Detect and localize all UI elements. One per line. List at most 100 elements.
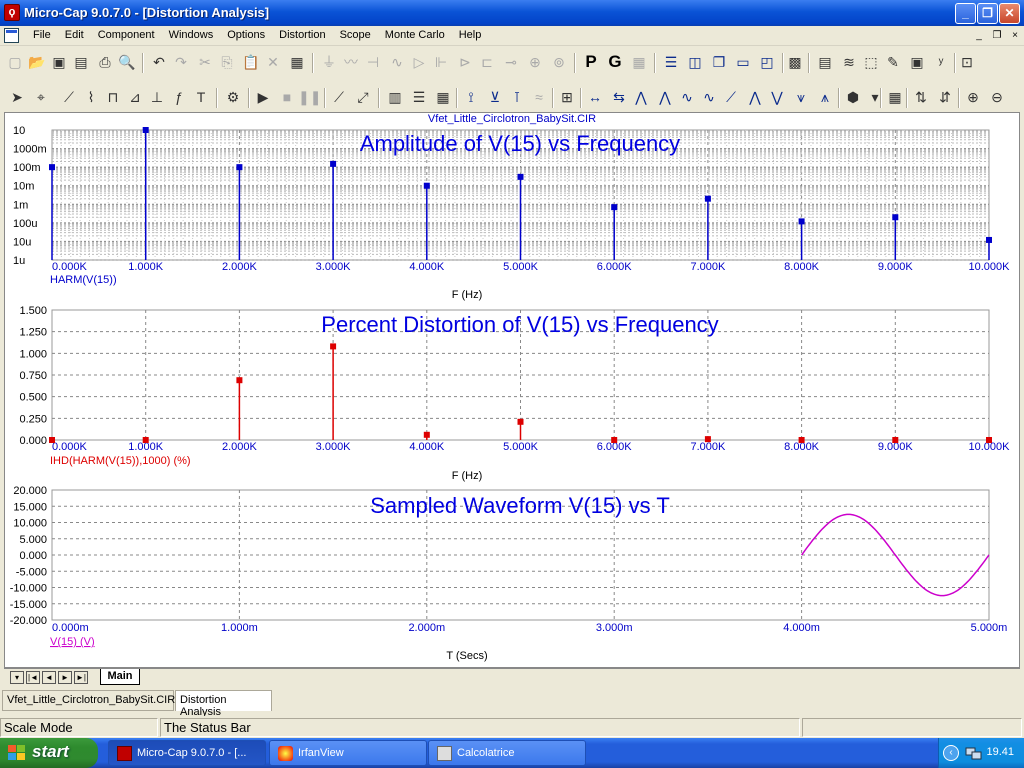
close-button[interactable]: ✕ xyxy=(999,3,1020,24)
stop-icon[interactable]: ■ xyxy=(276,86,298,108)
autoscale-icon[interactable]: ⇵ xyxy=(934,86,956,108)
image-icon[interactable]: ▣ xyxy=(906,51,928,73)
probe-g-button[interactable]: G xyxy=(604,51,626,73)
sheet-nav-menu-button[interactable]: ▾ xyxy=(10,671,24,684)
sheet-tab-main[interactable]: Main xyxy=(100,669,140,685)
pause-icon[interactable]: ❚❚ xyxy=(298,86,321,108)
scale-icon[interactable]: ⇅ xyxy=(910,86,932,108)
window-icon[interactable]: ▭ xyxy=(732,51,754,73)
minimize-button[interactable]: _ xyxy=(955,3,976,24)
pin-icon[interactable]: ⊥ xyxy=(146,86,168,108)
xy-icon[interactable]: ʸ xyxy=(930,51,952,73)
print-preview-icon[interactable]: 🔍 xyxy=(116,51,138,73)
probe-pen-icon[interactable]: ✎ xyxy=(882,51,904,73)
slope-cursor-icon[interactable]: ⟋ xyxy=(720,86,742,108)
valley-shape-icon[interactable]: ⋀ xyxy=(654,86,676,108)
menu-options[interactable]: Options xyxy=(220,29,272,41)
grid-lines-icon[interactable]: ☰ xyxy=(408,86,430,108)
tab-circuit-file[interactable]: Vfet_Little_Circlotron_BabySit.CIR xyxy=(2,690,175,711)
redo-icon[interactable]: ↷ xyxy=(170,51,192,73)
save-icon[interactable]: ▣ xyxy=(48,51,70,73)
frame-zoom-icon[interactable]: ⊡ xyxy=(956,51,978,73)
grid-bold-icon[interactable]: ▥ xyxy=(384,86,406,108)
capacitor-icon[interactable]: ⊣ xyxy=(362,51,384,73)
plot-area[interactable]: Vfet_Little_Circlotron_BabySit.CIR 10 100… xyxy=(4,112,1020,668)
split-icon[interactable]: ◰ xyxy=(756,51,778,73)
package-icon[interactable]: ⬢ xyxy=(842,86,864,108)
document-icon[interactable] xyxy=(4,28,19,43)
mdi-restore-button[interactable]: ❐ xyxy=(990,29,1004,42)
current-source-icon[interactable]: ⊚ xyxy=(548,51,570,73)
paste-icon[interactable]: 📋 xyxy=(240,51,262,73)
cursor-vertical-icon[interactable]: ⇆ xyxy=(608,86,630,108)
double-valley-icon[interactable]: ⋁ xyxy=(766,86,788,108)
shape-icon[interactable]: ⬚ xyxy=(860,51,882,73)
cascade-icon[interactable]: ❐ xyxy=(708,51,730,73)
component-list-icon[interactable]: ▤ xyxy=(814,51,836,73)
print-icon[interactable]: ⎙ xyxy=(94,51,116,73)
battery-icon[interactable]: ⊩ xyxy=(430,51,452,73)
menu-edit[interactable]: Edit xyxy=(58,29,91,41)
node-icon[interactable]: ⌖ xyxy=(30,86,52,108)
tile-vertical-icon[interactable]: ◫ xyxy=(684,51,706,73)
delete-icon[interactable]: ✕ xyxy=(262,51,284,73)
menu-component[interactable]: Component xyxy=(91,29,162,41)
zoom-in-icon[interactable]: ⊕ xyxy=(962,86,984,108)
grid-minor-icon[interactable]: ▦ xyxy=(432,86,454,108)
wire-icon[interactable]: ⌇ xyxy=(80,86,102,108)
menu-monte-carlo[interactable]: Monte Carlo xyxy=(378,29,452,41)
taskbar-item-irfanview[interactable]: IrfanView xyxy=(269,740,427,766)
open-folder-icon[interactable]: 📂 xyxy=(26,51,48,73)
taskbar-item-microcap[interactable]: Micro-Cap 9.0.7.0 - [... xyxy=(108,740,266,766)
peak-shape-icon[interactable]: ⋀ xyxy=(630,86,652,108)
wave-up-icon[interactable]: ∿ xyxy=(676,86,698,108)
tab-distortion-analysis[interactable]: Distortion Analysis xyxy=(175,690,272,718)
text-t-button[interactable]: T xyxy=(190,86,212,108)
inductor-icon[interactable]: ∿ xyxy=(386,51,408,73)
function-icon[interactable]: ƒ xyxy=(168,86,190,108)
jfet-icon[interactable]: ⊸ xyxy=(500,51,522,73)
grid-icon[interactable]: ▦ xyxy=(628,51,650,73)
copy-icon[interactable]: ⎘ xyxy=(216,51,238,73)
new-file-icon[interactable]: ▢ xyxy=(4,51,26,73)
properties-icon[interactable]: ⚙ xyxy=(222,86,244,108)
run-icon[interactable]: ▶ xyxy=(252,86,274,108)
dropdown-icon[interactable]: ▾ xyxy=(864,86,886,108)
taskbar-item-calcolatrice[interactable]: Calcolatrice xyxy=(428,740,586,766)
double-peak-icon[interactable]: ⋀ xyxy=(744,86,766,108)
select-all-icon[interactable]: ▦ xyxy=(286,51,308,73)
microcap-icon[interactable]: ϙ xyxy=(4,4,20,21)
menu-windows[interactable]: Windows xyxy=(162,29,221,41)
high-icon[interactable]: ⊺ xyxy=(506,86,528,108)
start-button[interactable]: start xyxy=(0,738,98,768)
slope-icon[interactable]: ⟋ xyxy=(328,86,350,108)
wave-down-icon[interactable]: ∿ xyxy=(698,86,720,108)
tray-expand-icon[interactable]: ‹ xyxy=(943,745,959,761)
menu-distortion[interactable]: Distortion xyxy=(272,29,332,41)
menu-scope[interactable]: Scope xyxy=(333,29,378,41)
line-tool-icon[interactable]: ⟋ xyxy=(58,86,80,108)
multi-valley-icon[interactable]: ⩛ xyxy=(790,86,812,108)
network-icon[interactable] xyxy=(965,745,983,761)
switch-icon[interactable]: ⊏ xyxy=(476,51,498,73)
scope-icon[interactable]: ⊞ xyxy=(556,86,578,108)
menu-help[interactable]: Help xyxy=(452,29,489,41)
diode-icon[interactable]: ▷ xyxy=(408,51,430,73)
resistor-icon[interactable]: 〰 xyxy=(340,51,362,73)
calculator-icon[interactable]: ▩ xyxy=(784,51,806,73)
sheet-nav-first-button[interactable]: |◄ xyxy=(26,671,40,684)
menu-file[interactable]: File xyxy=(26,29,58,41)
multi-peak-icon[interactable]: ⩚ xyxy=(814,86,836,108)
slope-dot-icon[interactable]: ⤢ xyxy=(352,86,374,108)
valley-icon[interactable]: ⊻ xyxy=(484,86,506,108)
mdi-minimize-button[interactable]: _ xyxy=(972,29,986,42)
probe-p-button[interactable]: P xyxy=(580,51,602,73)
title-bar[interactable]: ϙ Micro-Cap 9.0.7.0 - [Distortion Analys… xyxy=(0,0,1024,26)
peak-icon[interactable]: ⟟ xyxy=(460,86,482,108)
sheet-nav-prev-button[interactable]: ◄ xyxy=(42,671,56,684)
waveform-icon[interactable]: ≋ xyxy=(838,51,860,73)
cursor-horizontal-icon[interactable]: ↔ xyxy=(584,86,606,108)
source-icon[interactable]: ⊕ xyxy=(524,51,546,73)
zoom-out-icon[interactable]: ⊖ xyxy=(986,86,1008,108)
polyline-icon[interactable]: ⊿ xyxy=(124,86,146,108)
